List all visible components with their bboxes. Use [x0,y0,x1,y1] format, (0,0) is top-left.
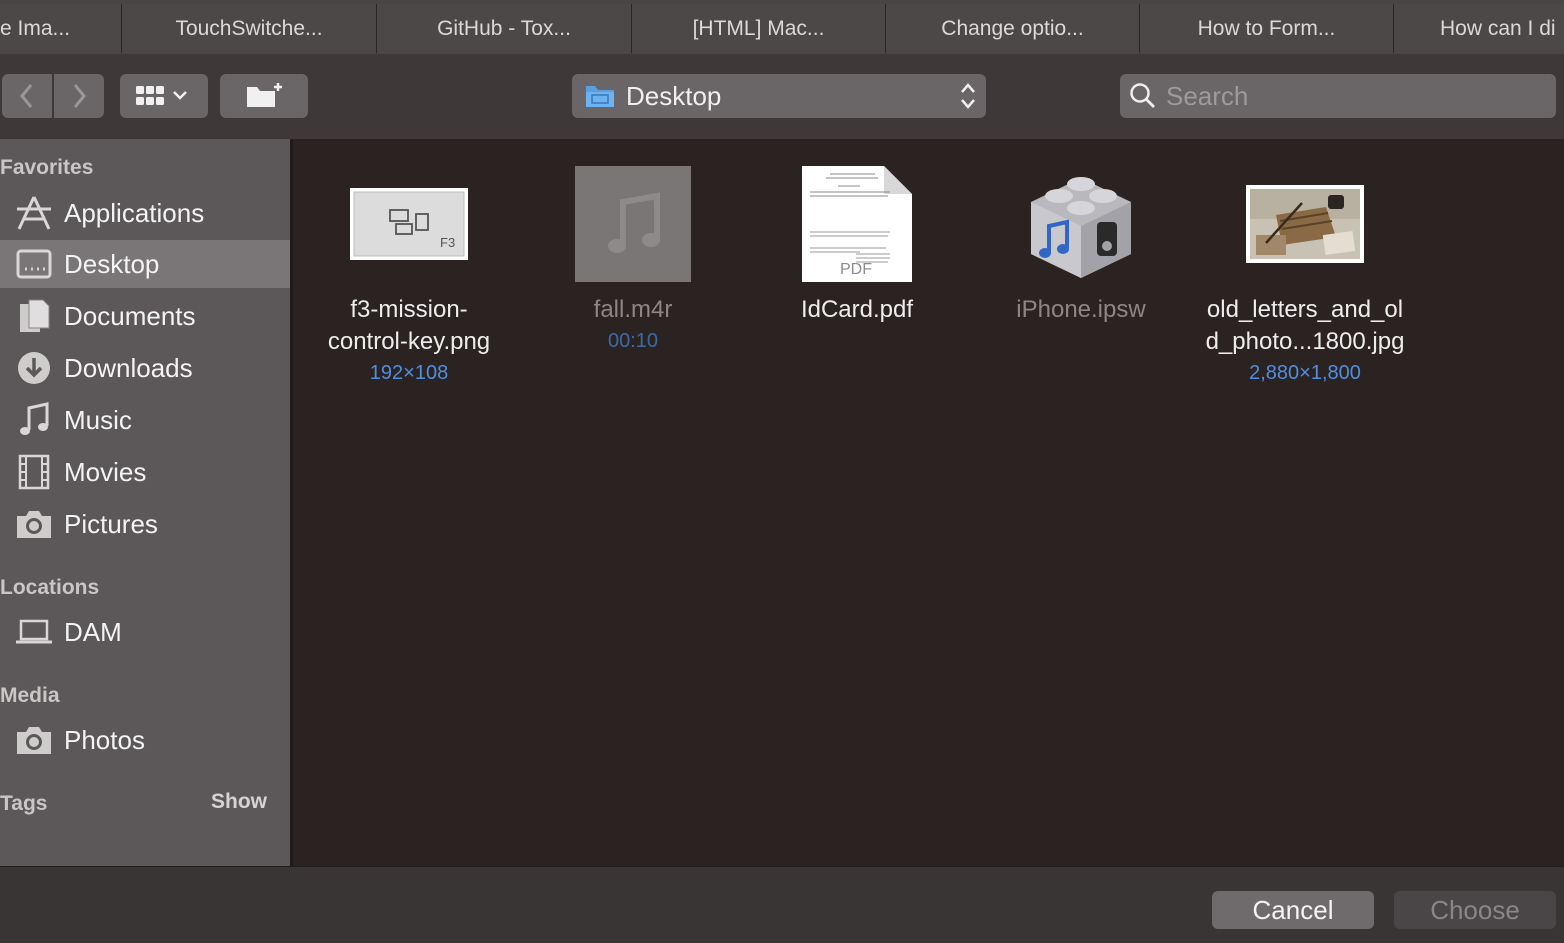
new-folder-icon [247,83,282,107]
music-note-icon [575,166,691,282]
sidebar-item-label: Pictures [64,508,158,539]
view-options-button[interactable] [120,74,208,118]
tab-0[interactable]: e Ima... [0,4,121,53]
music-icon [14,400,54,440]
location-label: Desktop [626,80,722,111]
file-name-line: control-key.png [327,328,491,355]
sidebar-item-desktop[interactable]: Desktop [0,240,290,288]
forward-button[interactable] [54,74,104,118]
tab-2[interactable]: GitHub - Tox... [376,4,631,53]
new-folder-button[interactable] [220,74,308,118]
sidebar-item-photos[interactable]: Photos [0,716,290,764]
ipsw-thumbnail [969,154,1193,294]
location-popup[interactable]: Desktop [572,74,986,118]
sidebar-item-label: Music [64,404,132,435]
pdf-thumbnail: PDF [745,154,969,294]
file-name: old_letters_and_ol d_photo...1800.jpg 2,… [1193,294,1417,388]
camera-icon [14,720,54,760]
tab-label: e Ima... [0,17,71,40]
letters-photo-image [1246,185,1364,263]
sidebar-item-label: DAM [64,616,122,647]
tab-6[interactable]: How can I di [1393,4,1564,53]
sidebar-item-documents[interactable]: Documents [0,292,290,340]
tab-label: How to Form... [1197,17,1336,40]
sidebar-item-downloads[interactable]: Downloads [0,344,290,392]
choose-button[interactable]: Choose [1394,891,1556,929]
lego-brick-icon [1031,177,1131,278]
dialog-toolbar: Desktop [0,54,1564,139]
pdf-document-icon: PDF [802,166,912,282]
back-button[interactable] [2,74,52,118]
search-field[interactable] [1120,74,1556,118]
grid-view-icon [136,86,187,105]
browser-tab-strip: e Ima... TouchSwitche... GitHub - Tox...… [0,0,1564,55]
tab-5[interactable]: How to Form... [1139,4,1393,53]
up-down-arrows-icon [961,83,975,109]
locations-heading: Locations [0,576,100,599]
tab-label: Change optio... [941,17,1084,40]
pdf-label: PDF [840,261,872,278]
file-name: fall.m4r 00:10 [521,294,745,356]
laptop-icon [14,612,54,652]
chevron-left-icon [20,84,33,108]
sidebar: Favorites Applications Desktop Documents… [0,139,293,866]
file-dimensions: 2,880×1,800 [1249,362,1361,384]
sidebar-item-music[interactable]: Music [0,396,290,444]
tab-label: TouchSwitche... [175,17,323,40]
tab-label: How can I di [1440,17,1556,40]
file-name-line: old_letters_and_ol [1206,296,1404,323]
photo-thumbnail [1193,154,1417,294]
favorites-heading: Favorites [0,156,94,179]
sidebar-item-dam[interactable]: DAM [0,608,290,656]
search-input[interactable] [1164,79,1548,113]
sidebar-item-applications[interactable]: Applications [0,189,290,237]
f3-key-label: F3 [440,235,455,250]
sidebar-item-pictures[interactable]: Pictures [0,500,290,548]
cancel-button[interactable]: Cancel [1212,891,1374,929]
tab-label: GitHub - Tox... [437,17,571,40]
file-name-line: fall.m4r [593,296,673,323]
sidebar-item-label: Documents [64,300,196,331]
desktop-icon [14,244,54,284]
tags-heading: Tags [0,792,48,815]
sidebar-item-label: Movies [64,456,147,487]
sidebar-item-label: Downloads [64,352,193,383]
file-name: f3-mission- control-key.png 192×108 [297,294,521,388]
film-icon [14,452,54,492]
file-dimensions: 192×108 [369,362,449,384]
downloads-icon [14,348,54,388]
file-name: IdCard.pdf [745,294,969,326]
tab-4[interactable]: Change optio... [885,4,1139,53]
tab-1[interactable]: TouchSwitche... [121,4,376,53]
sidebar-item-label: Applications [64,197,205,228]
media-heading: Media [0,684,60,707]
sidebar-item-label: Photos [64,724,145,755]
file-name-line: IdCard.pdf [800,296,914,323]
folder-icon [586,86,614,107]
sidebar-item-movies[interactable]: Movies [0,448,290,496]
documents-icon [14,296,54,336]
tab-3[interactable]: [HTML] Mac... [631,4,885,53]
audio-thumbnail [521,154,745,294]
tab-label: [HTML] Mac... [692,17,825,40]
camera-icon [14,504,54,544]
file-name-line: f3-mission- [350,296,468,323]
file-name-line: d_photo...1800.jpg [1205,328,1405,355]
image-thumbnail: F3 [297,154,521,294]
file-name: iPhone.ipsw [969,294,1193,326]
tags-show-link[interactable]: Show [211,790,267,814]
file-browser: F3 f3-mission- control-key.png 192×108 f… [293,139,1564,866]
applications-icon [14,193,54,233]
file-name-line: iPhone.ipsw [1016,296,1146,323]
sidebar-item-label: Desktop [64,248,160,279]
file-duration: 00:10 [607,330,659,352]
search-icon [1130,83,1155,108]
dialog-button-bar: Cancel Choose [0,866,1564,943]
chevron-right-icon [73,84,86,108]
